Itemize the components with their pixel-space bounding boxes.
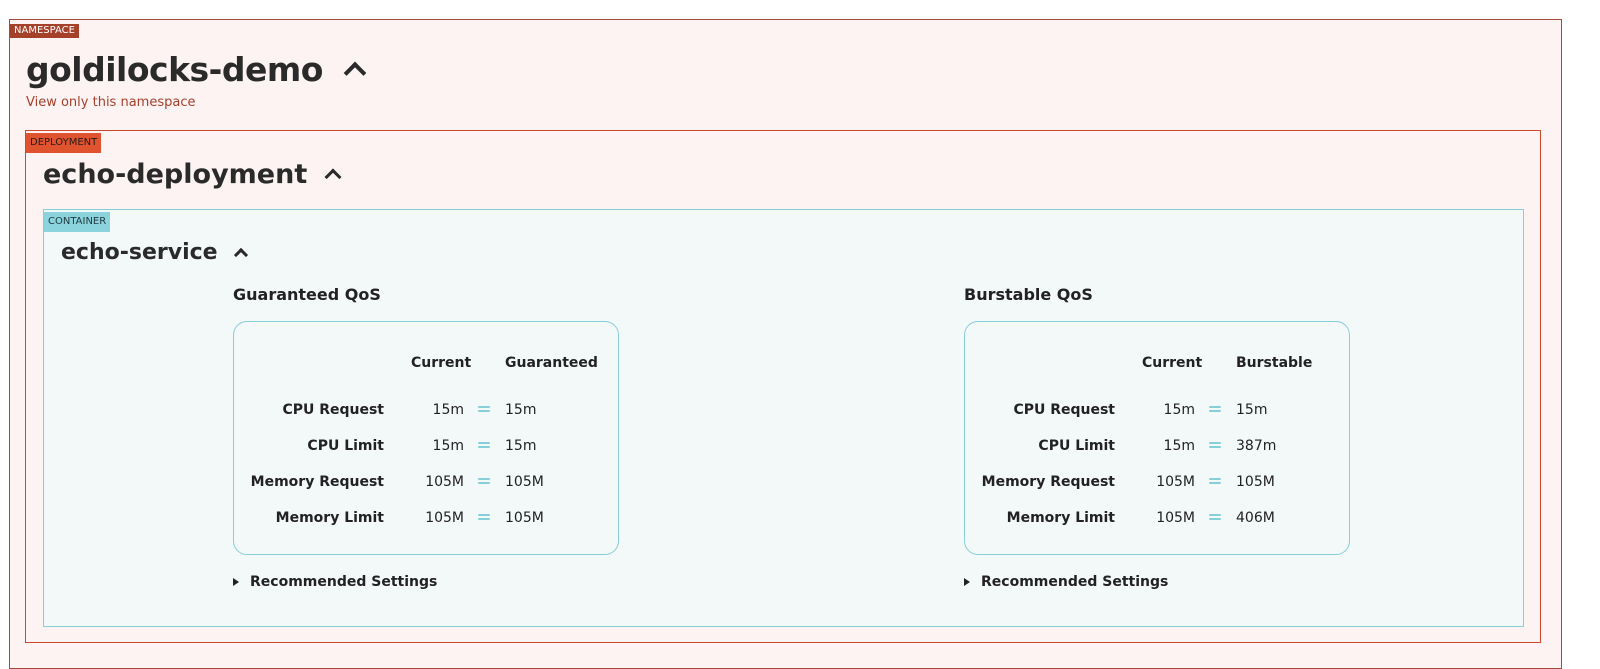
row-label: CPU Limit [1038,438,1115,454]
current-value: 15m [1163,438,1195,454]
view-namespace-link[interactable]: View only this namespace [26,95,195,110]
equals-icon [1209,514,1221,522]
caret-right-icon [964,578,970,586]
chevron-up-icon[interactable] [233,247,248,262]
current-value: 105M [1156,510,1195,526]
recommended-value: 15m [1236,402,1268,418]
deployment-panel: DEPLOYMENT echo-deployment CONTAINER ech… [25,130,1541,643]
recommended-settings-label: Recommended Settings [981,574,1169,590]
equals-icon [478,442,490,450]
recommended-settings-label: Recommended Settings [250,574,438,590]
recommended-value: 105M [505,474,544,490]
recommended-value: 387m [1236,438,1277,454]
guaranteed-recommended-settings-toggle[interactable]: Recommended Settings [233,574,619,590]
table-row: CPU Limit 15m 387m [965,438,1349,458]
equals-icon [478,406,490,414]
recommended-value: 406M [1236,510,1275,526]
recommended-value: 15m [505,402,537,418]
container-header: echo-service [61,240,248,265]
deployment-title: echo-deployment [43,159,308,190]
column-header-current: Current [411,355,472,371]
caret-right-icon [233,578,239,586]
burstable-qos-section: Burstable QoS Current Burstable CPU Requ… [964,285,1350,590]
row-label: CPU Limit [307,438,384,454]
table-row: Memory Limit 105M 105M [234,510,618,530]
table-row: Memory Request 105M 105M [965,474,1349,494]
equals-icon [1209,478,1221,486]
namespace-title: goldilocks-demo [26,50,323,89]
current-value: 15m [432,438,464,454]
row-label: Memory Limit [275,510,384,526]
recommended-value: 105M [505,510,544,526]
burstable-qos-table: Current Burstable CPU Request 15m 15m CP… [964,321,1350,555]
current-value: 105M [425,510,464,526]
equals-icon [478,514,490,522]
guaranteed-qos-section: Guaranteed QoS Current Guaranteed CPU Re… [233,285,619,590]
recommended-value: 105M [1236,474,1275,490]
row-label: Memory Limit [1006,510,1115,526]
row-label: Memory Request [250,474,384,490]
row-label: Memory Request [981,474,1115,490]
row-label: CPU Request [1013,402,1115,418]
column-header-current: Current [1142,355,1203,371]
current-value: 105M [1156,474,1195,490]
table-row: CPU Limit 15m 15m [234,438,618,458]
equals-icon [478,478,490,486]
current-value: 15m [432,402,464,418]
guaranteed-qos-heading: Guaranteed QoS [233,285,381,304]
namespace-tag: NAMESPACE [10,24,79,38]
table-row: Memory Request 105M 105M [234,474,618,494]
deployment-header: echo-deployment [43,159,342,190]
column-header-guaranteed: Guaranteed [505,355,598,371]
chevron-up-icon[interactable] [324,168,342,186]
table-row: Memory Limit 105M 406M [965,510,1349,530]
container-tag: CONTAINER [44,212,111,232]
current-value: 105M [425,474,464,490]
container-panel: CONTAINER echo-service Guaranteed QoS Cu… [43,209,1524,627]
equals-icon [1209,406,1221,414]
equals-icon [1209,442,1221,450]
recommended-value: 15m [505,438,537,454]
chevron-up-icon[interactable] [343,61,367,84]
burstable-qos-heading: Burstable QoS [964,285,1093,304]
burstable-recommended-settings-toggle[interactable]: Recommended Settings [964,574,1350,590]
namespace-header: goldilocks-demo [26,50,367,89]
row-label: CPU Request [282,402,384,418]
table-row: CPU Request 15m 15m [234,402,618,422]
container-title: echo-service [61,240,218,265]
deployment-tag: DEPLOYMENT [26,133,102,153]
guaranteed-qos-table: Current Guaranteed CPU Request 15m 15m C… [233,321,619,555]
column-header-burstable: Burstable [1236,355,1313,371]
namespace-panel: NAMESPACE goldilocks-demo View only this… [9,19,1562,669]
table-row: CPU Request 15m 15m [965,402,1349,422]
current-value: 15m [1163,402,1195,418]
